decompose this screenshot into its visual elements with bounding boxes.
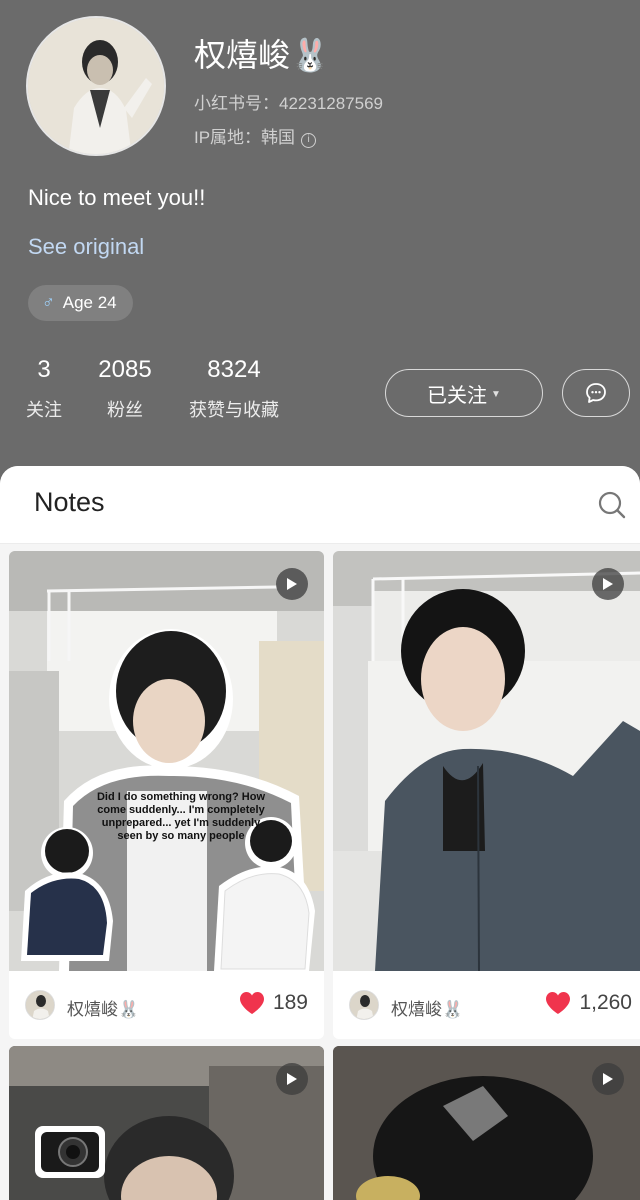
profile-ip: IP属地：韩国 i: [194, 123, 317, 148]
note-caption: Did I do something wrong? How come sudde…: [96, 791, 266, 842]
play-icon: [276, 1063, 308, 1095]
note-card[interactable]: 权熺峻🐰 1,260: [333, 551, 640, 1039]
like-count: 189: [272, 991, 308, 1014]
message-button[interactable]: [562, 369, 630, 417]
notes-title: Notes: [34, 487, 105, 517]
note-card[interactable]: [9, 1046, 324, 1200]
search-icon[interactable]: [597, 490, 627, 520]
notes-section: Notes Did I do something wrong? How come…: [0, 466, 640, 1200]
like-count: 1,260: [579, 991, 632, 1014]
note-card[interactable]: [333, 1046, 640, 1200]
stat-followers-label: 粉丝: [107, 400, 143, 420]
note-thumbnail: [9, 1046, 324, 1200]
like-button[interactable]: 189: [239, 991, 308, 1015]
notes-header: Notes: [0, 466, 640, 544]
author-name[interactable]: 权熺峻🐰: [391, 995, 463, 1020]
stat-likes-label: 获赞与收藏: [189, 400, 279, 420]
note-thumbnail: [333, 551, 640, 971]
stat-likes-count: 8324: [207, 356, 261, 383]
info-icon[interactable]: i: [301, 133, 317, 148]
age-tag: ♂ Age 24: [28, 285, 133, 321]
note-thumbnail: [333, 1046, 640, 1200]
profile-header: 权熺峻🐰 小红书号：42231287569 IP属地：韩国 i Nice to m…: [0, 0, 640, 480]
male-icon: ♂: [42, 293, 55, 312]
play-icon: [592, 1063, 624, 1095]
author-name[interactable]: 权熺峻🐰: [67, 995, 139, 1020]
chevron-down-icon: ▼: [491, 389, 501, 400]
chat-icon: [586, 383, 606, 403]
profile-name-text: 权熺峻: [194, 37, 291, 73]
play-icon: [276, 568, 308, 600]
rabbit-emoji-icon: 🐰: [290, 36, 330, 74]
stat-likes-collects[interactable]: 8324 获赞与收藏: [186, 356, 282, 422]
age-tag-label: Age 24: [62, 293, 117, 312]
avatar[interactable]: [26, 16, 166, 156]
stat-following-label: 关注: [26, 400, 62, 420]
profile-ip-text: IP属地：韩国: [194, 128, 296, 147]
note-footer: 权熺峻🐰 1,260: [333, 971, 640, 1039]
profile-name: 权熺峻🐰: [194, 30, 330, 76]
play-icon: [592, 568, 624, 600]
following-button[interactable]: 已关注 ▼: [385, 369, 543, 417]
like-button[interactable]: 1,260: [545, 991, 632, 1015]
stat-followers[interactable]: 2085 粉丝: [95, 356, 155, 422]
profile-id: 小红书号：42231287569: [194, 94, 384, 113]
profile-bio: Nice to meet you!!: [28, 185, 206, 210]
see-original-link[interactable]: See original: [28, 234, 144, 260]
heart-icon: [546, 992, 571, 1014]
following-button-label: 已关注: [427, 384, 488, 407]
note-footer: 权熺峻🐰 189: [9, 971, 324, 1039]
author-avatar[interactable]: [349, 990, 379, 1020]
stat-followers-count: 2085: [98, 356, 152, 383]
note-card[interactable]: Did I do something wrong? How come sudde…: [9, 551, 324, 1039]
author-avatar[interactable]: [25, 990, 55, 1020]
stat-following-count: 3: [37, 356, 51, 383]
note-thumbnail: Did I do something wrong? How come sudde…: [9, 551, 324, 971]
heart-icon: [239, 992, 264, 1014]
stat-following[interactable]: 3 关注: [24, 356, 64, 422]
